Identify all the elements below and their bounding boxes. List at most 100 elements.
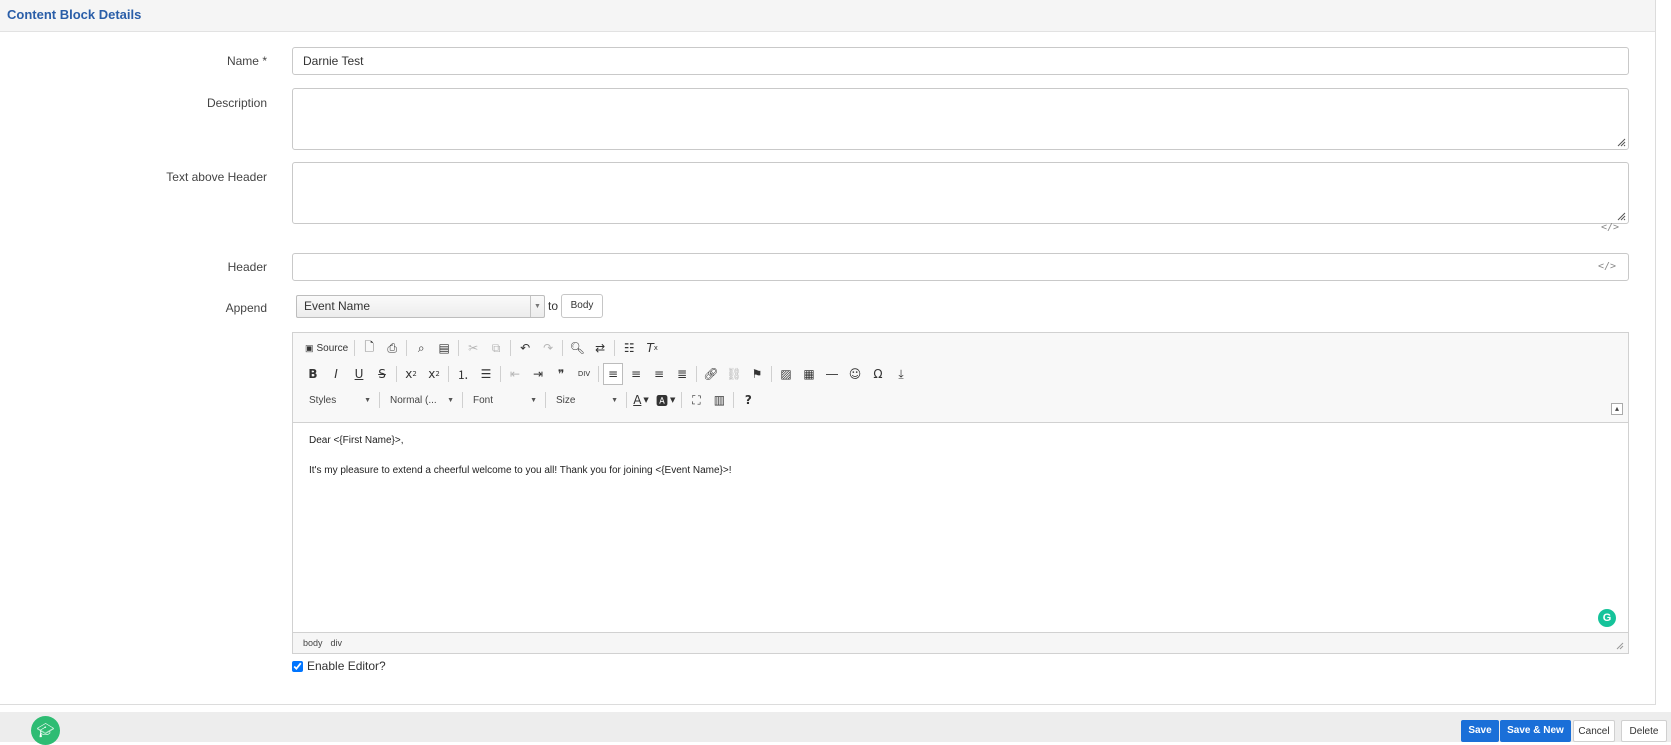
horizontal-line-icon[interactable]: ― — [822, 363, 842, 385]
enable-editor-checkbox[interactable] — [292, 660, 303, 672]
copy-icon[interactable]: ⧉ — [486, 337, 506, 359]
append-label: Append — [225, 301, 267, 315]
superscript-icon[interactable]: x2 — [424, 363, 444, 385]
collapse-toolbar-icon[interactable]: ▴ — [1611, 403, 1623, 415]
bulleted-list-icon[interactable]: ☰ — [476, 363, 496, 385]
numbered-list-icon[interactable]: ⒈ — [453, 363, 473, 385]
chevron-down-icon: ▼ — [611, 396, 618, 404]
replace-icon[interactable]: ⇄ — [590, 337, 610, 359]
subscript-icon[interactable]: x2 — [401, 363, 421, 385]
code-view-icon[interactable]: </> — [1601, 222, 1619, 233]
help-icon[interactable]: ? — [738, 389, 758, 411]
code-view-icon[interactable]: </> — [1598, 254, 1616, 280]
bold-icon[interactable]: B — [303, 363, 323, 385]
append-field-select[interactable]: Event Name ▼ — [296, 295, 545, 318]
align-center-icon[interactable]: ≡ — [626, 363, 646, 385]
chevron-down-icon: ▼ — [364, 396, 371, 404]
format-dropdown-label: Normal (... — [390, 394, 437, 406]
size-dropdown[interactable]: Size ▼ — [550, 390, 622, 410]
save-and-new-button[interactable]: Save & New — [1500, 720, 1571, 742]
create-div-icon[interactable]: DIV — [574, 363, 594, 385]
undo-icon[interactable]: ↶ — [515, 337, 535, 359]
name-label: Name * — [227, 54, 267, 68]
editor-content-area[interactable]: Dear <{First Name}>, It's my pleasure to… — [293, 424, 1628, 633]
toolbar-separator — [771, 366, 772, 382]
cancel-button[interactable]: Cancel — [1573, 720, 1615, 742]
name-field[interactable]: Darnie Test — [292, 47, 1629, 75]
new-page-icon[interactable]: 🗋 — [359, 337, 379, 359]
toolbar-separator — [500, 366, 501, 382]
text-color-icon[interactable]: A ▼ — [631, 389, 651, 411]
toolbar-separator — [626, 392, 627, 408]
enable-editor-toggle[interactable]: Enable Editor? — [292, 659, 386, 673]
smiley-icon[interactable]: ☺ — [845, 363, 865, 385]
content-line: Dear <{First Name}>, — [309, 435, 404, 446]
toolbar-separator — [681, 392, 683, 408]
description-field[interactable] — [292, 88, 1629, 150]
justify-icon[interactable]: ≣ — [672, 363, 692, 385]
footer-bar — [0, 712, 1671, 742]
resize-grip-icon[interactable] — [1617, 138, 1626, 147]
toolbar-separator — [354, 340, 356, 356]
redo-icon[interactable]: ↷ — [538, 337, 558, 359]
source-button[interactable]: ▣ Source — [303, 337, 350, 359]
page-break-icon[interactable]: ⤓ — [891, 363, 911, 385]
toolbar-separator — [396, 366, 397, 382]
append-selected-value: Event Name — [304, 299, 371, 313]
required-marker: * — [262, 54, 267, 68]
format-dropdown[interactable]: Normal (... ▼ — [384, 390, 458, 410]
toolbar-separator — [562, 340, 564, 356]
underline-icon[interactable]: U — [349, 363, 369, 385]
italic-icon[interactable]: I — [326, 363, 346, 385]
font-dropdown-label: Font — [473, 394, 494, 406]
image-icon[interactable]: ▨ — [776, 363, 796, 385]
align-left-icon[interactable]: ≡ — [603, 363, 623, 385]
unlink-icon[interactable]: ⛓ — [724, 363, 744, 385]
show-blocks-icon[interactable]: ▥ — [709, 389, 729, 411]
find-icon[interactable]: 🔍︎ — [567, 337, 587, 359]
increase-indent-icon[interactable]: ⇥ — [528, 363, 548, 385]
select-all-icon[interactable]: ☷ — [619, 337, 639, 359]
header-field[interactable]: </> — [292, 253, 1629, 281]
toolbar-separator — [733, 392, 735, 408]
element-path-body[interactable]: body — [303, 638, 323, 648]
resize-grip-icon[interactable] — [1616, 642, 1624, 650]
preview-icon[interactable]: ⌕ — [411, 337, 431, 359]
font-dropdown[interactable]: Font ▼ — [467, 390, 541, 410]
graduation-cap-icon[interactable]: 🎓︎ — [31, 716, 60, 745]
special-char-icon[interactable]: Ω — [868, 363, 888, 385]
page-title: Content Block Details — [7, 7, 142, 22]
styles-dropdown[interactable]: Styles ▼ — [303, 390, 375, 410]
table-icon[interactable]: ▦ — [799, 363, 819, 385]
link-icon[interactable]: 🔗︎ — [701, 363, 721, 385]
anchor-flag-icon[interactable]: ⚑ — [747, 363, 767, 385]
append-to-text: to — [548, 299, 559, 313]
text-above-header-label: Text above Header — [166, 170, 267, 184]
cut-icon[interactable]: ✂ — [463, 337, 483, 359]
name-label-text: Name — [226, 54, 259, 68]
source-icon: ▣ — [305, 342, 314, 353]
dropdown-arrow-icon[interactable]: ▼ — [530, 296, 544, 317]
save-button[interactable]: Save — [1461, 720, 1499, 742]
align-right-icon[interactable]: ≡ — [649, 363, 669, 385]
background-color-icon[interactable]: 🅰︎ ▼ — [654, 389, 677, 411]
toolbar-separator — [510, 340, 512, 356]
page-header: Content Block Details — [0, 0, 1656, 32]
grammarly-icon[interactable]: G — [1598, 609, 1616, 627]
panel-border-bottom — [0, 704, 1656, 705]
blockquote-icon[interactable]: ❞ — [551, 363, 571, 385]
maximize-icon[interactable]: ⛶ — [686, 389, 706, 411]
print-icon[interactable]: ⎙ — [382, 337, 402, 359]
toolbar-separator — [379, 392, 380, 408]
delete-button[interactable]: Delete — [1621, 720, 1667, 742]
append-target-button[interactable]: Body — [561, 294, 603, 318]
element-path-div[interactable]: div — [331, 638, 343, 648]
editor-toolbar: ▣ Source 🗋 ⎙ ⌕ ▤ ✂ ⧉ ↶ ↷ 🔍︎ ⇄ ☷ Tx B I U… — [293, 333, 1628, 423]
chevron-down-icon: ▼ — [447, 396, 454, 404]
decrease-indent-icon[interactable]: ⇤ — [505, 363, 525, 385]
strikethrough-icon[interactable]: S — [372, 363, 392, 385]
resize-grip-icon[interactable] — [1617, 212, 1626, 221]
templates-icon[interactable]: ▤ — [434, 337, 454, 359]
remove-format-icon[interactable]: Tx — [642, 337, 662, 359]
text-above-header-field[interactable] — [292, 162, 1629, 224]
